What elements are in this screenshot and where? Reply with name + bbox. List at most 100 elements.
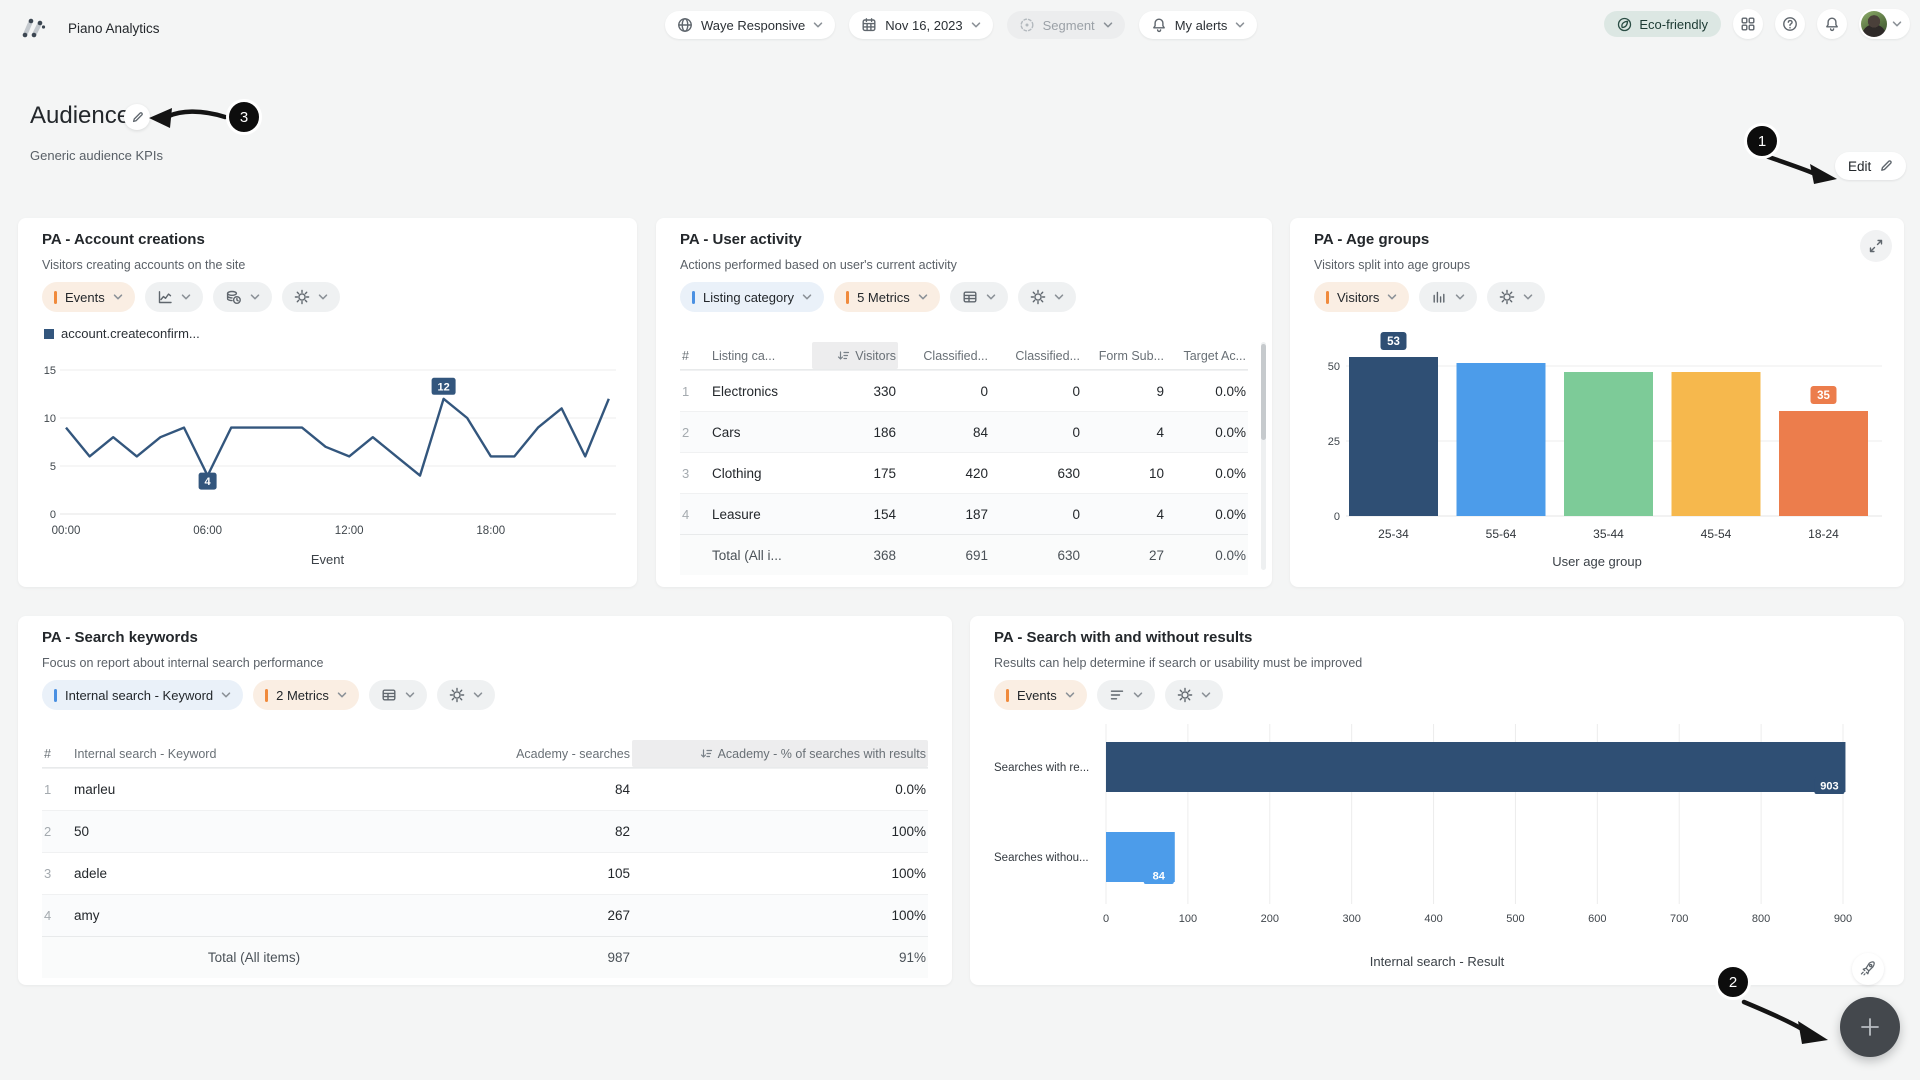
column-header[interactable]: Listing ca... bbox=[710, 342, 812, 369]
chevron-down-icon bbox=[802, 294, 812, 300]
quick-start-button[interactable] bbox=[1852, 953, 1884, 985]
topbar-controls: Waye Responsive Nov 16, 2023 Segment My … bbox=[665, 11, 1257, 39]
chart-type-pill[interactable] bbox=[1097, 680, 1155, 710]
chevron-down-icon bbox=[318, 294, 328, 300]
annotation-arrow-3 bbox=[145, 103, 230, 133]
settings-pill[interactable] bbox=[1487, 282, 1545, 312]
table-icon bbox=[962, 289, 978, 305]
column-header[interactable]: Internal search - Keyword bbox=[72, 740, 436, 767]
site-selector[interactable]: Waye Responsive bbox=[665, 11, 835, 39]
column-header[interactable]: Target Ac... bbox=[1166, 342, 1248, 369]
metric-pill[interactable]: Events bbox=[994, 680, 1087, 710]
column-header[interactable]: Form Sub... bbox=[1082, 342, 1166, 369]
table-cell: 10 bbox=[1082, 466, 1166, 481]
chart-type-pill[interactable] bbox=[369, 680, 427, 710]
table-row: 25082100% bbox=[42, 810, 928, 852]
metric-pill[interactable]: Events bbox=[42, 282, 135, 312]
sort-descending-icon bbox=[700, 747, 713, 760]
column-header-label: Listing ca... bbox=[712, 349, 775, 363]
chart-type-pill[interactable] bbox=[145, 282, 203, 312]
column-header[interactable]: Classified... bbox=[898, 342, 990, 369]
table-row: 1Electronics3300090.0% bbox=[680, 370, 1248, 411]
date-selector[interactable]: Nov 16, 2023 bbox=[849, 11, 992, 39]
column-header[interactable]: Academy - searches bbox=[436, 740, 632, 767]
svg-text:18:00: 18:00 bbox=[476, 525, 505, 537]
table-row: 1marleu840.0% bbox=[42, 768, 928, 810]
chevron-down-icon bbox=[250, 294, 260, 300]
column-header-label: Academy - searches bbox=[516, 747, 630, 761]
table-cell: 100% bbox=[632, 866, 928, 881]
table-cell: 4 bbox=[680, 507, 710, 522]
dimension-pill[interactable]: Listing category bbox=[680, 282, 824, 312]
table-cell: Clothing bbox=[710, 466, 812, 481]
table-cell: 0.0% bbox=[1166, 507, 1248, 522]
data-period-pill[interactable] bbox=[213, 282, 272, 312]
account-menu[interactable] bbox=[1859, 9, 1910, 39]
svg-text:35-44: 35-44 bbox=[1593, 527, 1624, 541]
svg-text:500: 500 bbox=[1506, 913, 1524, 925]
dimension-accent bbox=[692, 291, 695, 304]
column-header[interactable]: Academy - % of searches with results bbox=[632, 740, 928, 767]
eco-friendly-badge[interactable]: Eco-friendly bbox=[1604, 11, 1721, 37]
calendar-icon bbox=[861, 17, 877, 33]
metric-pill[interactable]: Visitors bbox=[1314, 282, 1409, 312]
svg-text:12:00: 12:00 bbox=[335, 525, 364, 537]
svg-text:800: 800 bbox=[1752, 913, 1770, 925]
settings-pill[interactable] bbox=[1165, 680, 1223, 710]
add-widget-button[interactable] bbox=[1840, 997, 1900, 1057]
widget-search-keywords: PA - Search keywords Focus on report abo… bbox=[18, 616, 952, 985]
chevron-down-icon bbox=[1235, 22, 1245, 28]
settings-pill[interactable] bbox=[282, 282, 340, 312]
settings-pill[interactable] bbox=[1018, 282, 1076, 312]
gear-icon bbox=[1177, 687, 1193, 703]
table-row: 4amy267100% bbox=[42, 894, 928, 936]
column-header[interactable]: # bbox=[42, 740, 72, 767]
column-header-label: Academy - % of searches with results bbox=[718, 747, 926, 761]
notifications-button[interactable] bbox=[1817, 9, 1847, 39]
x-axis-label: Internal search - Result bbox=[970, 954, 1904, 969]
svg-text:55-64: 55-64 bbox=[1486, 527, 1517, 541]
table-cell: 630 bbox=[990, 548, 1082, 563]
expand-widget-button[interactable] bbox=[1860, 230, 1892, 262]
svg-text:0: 0 bbox=[1103, 913, 1109, 925]
table-cell: Electronics bbox=[710, 384, 812, 399]
chevron-down-icon bbox=[221, 692, 231, 698]
dimension-pill[interactable]: Internal search - Keyword bbox=[42, 680, 243, 710]
chevron-down-icon bbox=[918, 294, 928, 300]
widget-title: PA - Search keywords bbox=[42, 629, 198, 646]
widget-subtitle: Results can help determine if search or … bbox=[994, 656, 1362, 670]
line-chart: 05101500:0006:0012:0018:00412 bbox=[40, 358, 620, 544]
table-cell: 100% bbox=[632, 824, 928, 839]
rename-dashboard-button[interactable] bbox=[124, 104, 150, 130]
table-header-row: #Listing ca...VisitorsClassified...Class… bbox=[680, 342, 1248, 370]
apps-grid-icon bbox=[1740, 16, 1756, 32]
column-header[interactable]: # bbox=[680, 342, 710, 369]
table-scrollbar bbox=[1261, 342, 1266, 570]
svg-text:25-34: 25-34 bbox=[1378, 527, 1409, 541]
scrollbar-thumb[interactable] bbox=[1261, 344, 1266, 440]
horizontal-bar-chart-svg: 0100200300400500600700800900Searches wit… bbox=[994, 720, 1878, 934]
widget-account-creations: PA - Account creations Visitors creating… bbox=[18, 218, 637, 587]
help-button[interactable] bbox=[1775, 9, 1805, 39]
svg-text:903: 903 bbox=[1820, 781, 1838, 793]
metric-pill[interactable]: 5 Metrics bbox=[834, 282, 940, 312]
chart-type-pill[interactable] bbox=[1419, 282, 1477, 312]
chart-type-pill[interactable] bbox=[950, 282, 1008, 312]
my-alerts-button[interactable]: My alerts bbox=[1139, 11, 1258, 39]
apps-grid-button[interactable] bbox=[1733, 9, 1763, 39]
bar-chart-svg: 0255025-3455-6435-4445-5418-245335 bbox=[1306, 348, 1888, 544]
svg-text:10: 10 bbox=[44, 413, 56, 425]
edit-dashboard-button[interactable]: Edit bbox=[1835, 152, 1906, 180]
table-cell: 0.0% bbox=[1166, 425, 1248, 440]
table-cell: 4 bbox=[42, 908, 72, 923]
horizontal-bar-chart: 0100200300400500600700800900Searches wit… bbox=[994, 720, 1878, 934]
user-activity-table: #Listing ca...VisitorsClassified...Class… bbox=[680, 342, 1248, 575]
widget-toolbar: Listing category 5 Metrics bbox=[680, 282, 1076, 312]
column-header[interactable]: Visitors bbox=[812, 342, 898, 369]
edit-label: Edit bbox=[1848, 159, 1871, 174]
column-header[interactable]: Classified... bbox=[990, 342, 1082, 369]
settings-pill[interactable] bbox=[437, 680, 495, 710]
segment-selector[interactable]: Segment bbox=[1007, 11, 1125, 39]
metric-pill[interactable]: 2 Metrics bbox=[253, 680, 359, 710]
svg-text:0: 0 bbox=[1334, 511, 1340, 523]
